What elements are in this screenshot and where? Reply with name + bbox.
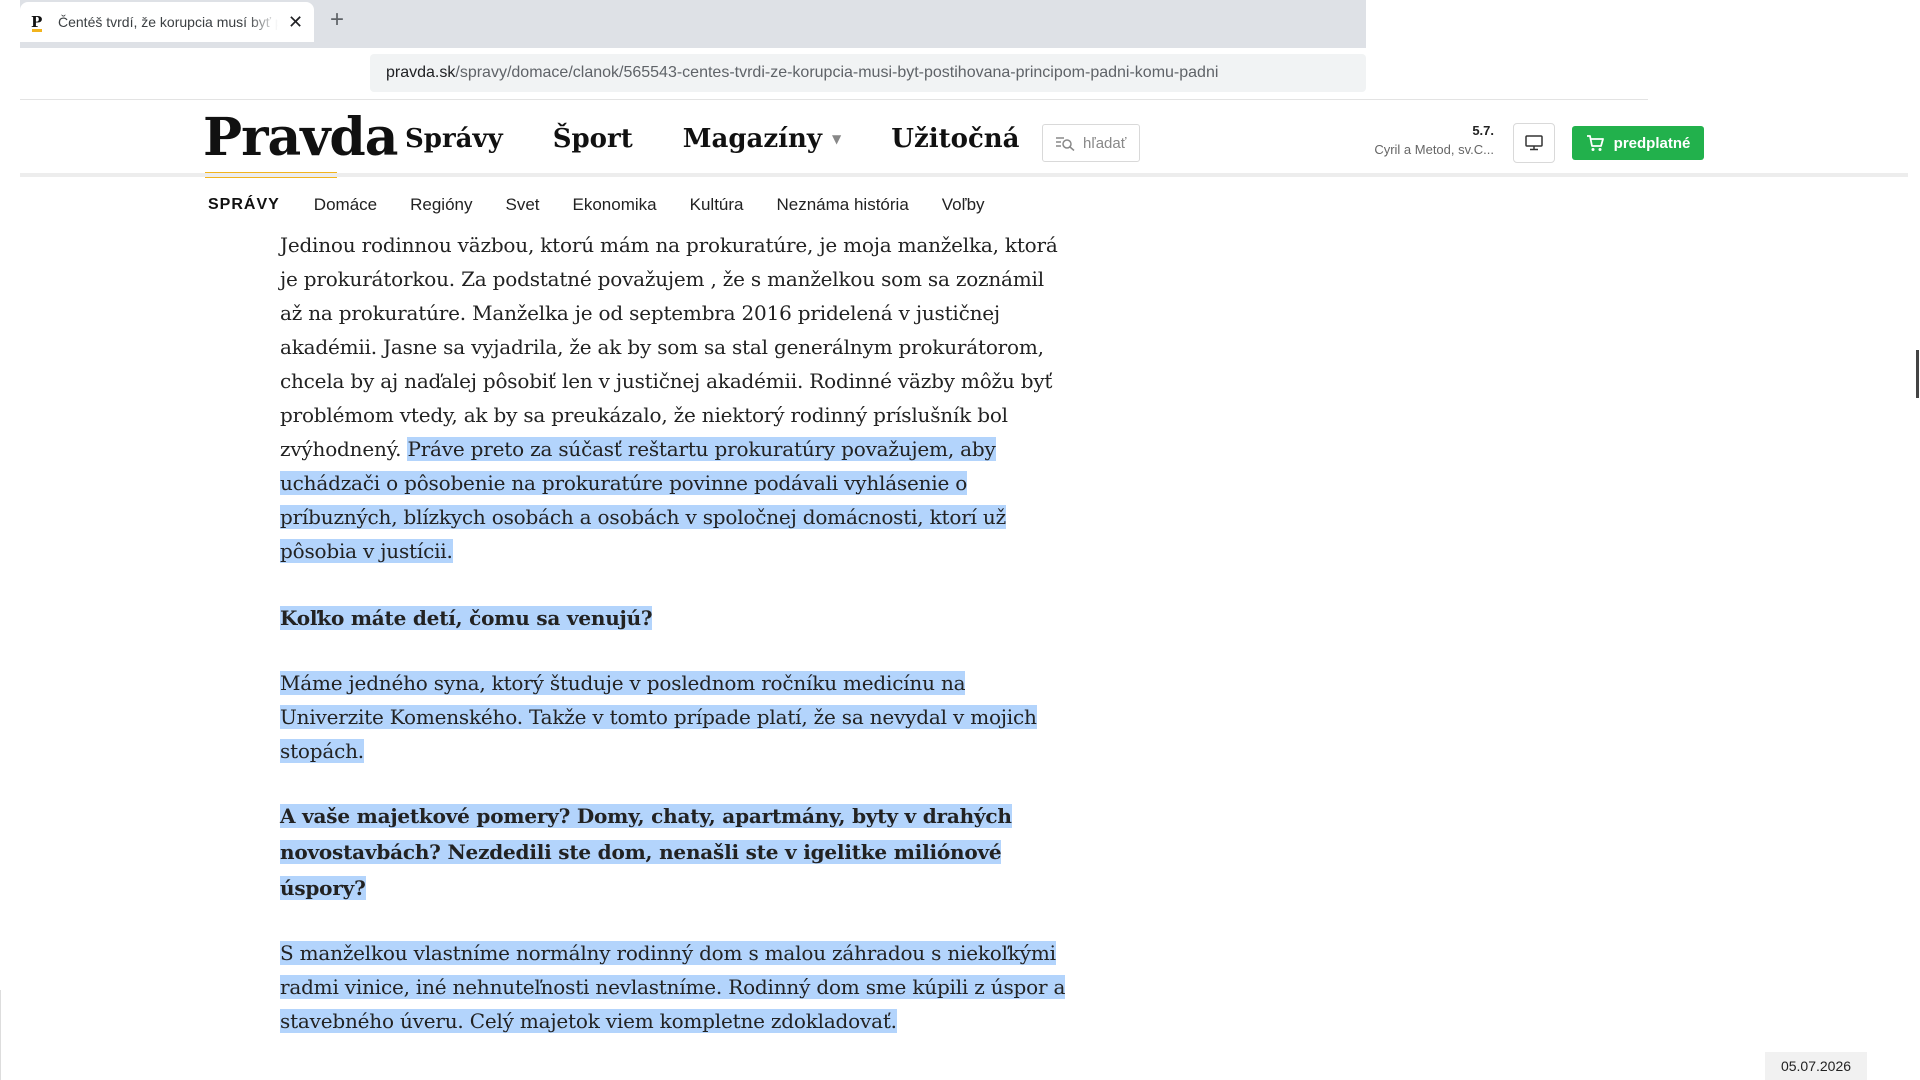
taskbar-date: 05.07.2026	[1765, 1052, 1867, 1080]
section-nav: SPRÁVY Domáce Regióny Svet Ekonomika Kul…	[208, 195, 1018, 215]
selected-text: A vaše majetkové pomery? Domy, chaty, ap…	[280, 804, 1012, 900]
url-host: pravda.sk	[386, 64, 456, 81]
search-icon	[1056, 137, 1075, 151]
browser-toolbar: pravda.sk/spravy/domace/clanok/565543-ce…	[20, 48, 1366, 100]
search-label: hľadať	[1083, 134, 1127, 152]
toolbar-divider	[20, 99, 1648, 100]
pravda-favicon-icon: P	[31, 14, 47, 32]
nav-item-magaziny-label: Magazíny	[682, 124, 823, 154]
nameday-names: Cyril a Metod, sv.C...	[1374, 142, 1494, 157]
nav-item-spravy[interactable]: Správy	[405, 124, 503, 154]
selected-text: Koľko máte detí, čomu sa venujú?	[280, 606, 653, 630]
cart-icon	[1586, 135, 1604, 151]
article-paragraph: Máme jedného syna, ktorý študuje v posle…	[280, 666, 1070, 768]
interview-question: A vaše majetkové pomery? Domy, chaty, ap…	[280, 798, 1070, 906]
header-divider	[20, 173, 1908, 177]
section-nav-neznama-historia[interactable]: Neznáma história	[777, 195, 909, 215]
subscribe-label: predplatné	[1613, 134, 1691, 152]
window-edge	[0, 990, 1, 1080]
epaper-button[interactable]	[1513, 123, 1555, 163]
article-paragraph: S manželkou vlastníme normálny rodinný d…	[280, 936, 1070, 1038]
browser-tab-strip: P Čentéš tvrdí, že korupcia musí byť pos…	[20, 0, 1366, 48]
paragraph-text: Jedinou rodinnou väzbou, ktorú mám na pr…	[280, 233, 1058, 461]
browser-tab[interactable]: P Čentéš tvrdí, že korupcia musí byť pos…	[20, 2, 314, 42]
scrollbar-thumb[interactable]	[1916, 350, 1919, 398]
section-nav-ekonomika[interactable]: Ekonomika	[573, 195, 657, 215]
nav-item-sport[interactable]: Šport	[553, 124, 633, 154]
address-bar[interactable]: pravda.sk/spravy/domace/clanok/565543-ce…	[370, 54, 1366, 92]
url-path: /spravy/domace/clanok/565543-centes-tvrd…	[455, 64, 1219, 81]
article-body: Jedinou rodinnou väzbou, ktorú mám na pr…	[280, 228, 1070, 1068]
tab-title: Čentéš tvrdí, že korupcia musí byť posti…	[58, 14, 278, 30]
main-nav: Správy Šport Magazíny ▼ Užitočná	[405, 124, 1070, 154]
selected-text: S manželkou vlastníme normálny rodinný d…	[280, 941, 1066, 1033]
new-tab-button[interactable]: +	[330, 8, 344, 32]
nameday-date: 5.7.	[1472, 123, 1494, 138]
section-nav-domace[interactable]: Domáce	[314, 195, 377, 215]
section-nav-svet[interactable]: Svet	[505, 195, 539, 215]
section-nav-regiony[interactable]: Regióny	[410, 195, 472, 215]
close-tab-icon[interactable]: ✕	[288, 13, 303, 31]
nav-item-uzitocna[interactable]: Užitočná	[891, 124, 1019, 154]
interview-question: Koľko máte detí, čomu sa venujú?	[280, 600, 1070, 636]
nameday-widget: 5.7. Cyril a Metod, sv.C...	[1360, 123, 1494, 157]
article-paragraph: Jedinou rodinnou väzbou, ktorú mám na pr…	[280, 228, 1070, 568]
selected-text: Máme jedného syna, ktorý študuje v posle…	[280, 671, 1037, 763]
section-nav-volby[interactable]: Voľby	[942, 195, 985, 215]
monitor-icon	[1525, 135, 1543, 151]
subscribe-button[interactable]: predplatné	[1572, 126, 1704, 160]
chevron-down-icon: ▼	[832, 132, 842, 146]
section-title[interactable]: SPRÁVY	[208, 196, 280, 214]
url-text: pravda.sk/spravy/domace/clanok/565543-ce…	[386, 64, 1218, 82]
site-logo[interactable]: Pravda	[203, 112, 398, 164]
nav-item-magaziny[interactable]: Magazíny ▼	[683, 124, 842, 154]
search-button[interactable]: hľadať	[1042, 124, 1140, 162]
section-nav-kultura[interactable]: Kultúra	[690, 195, 744, 215]
